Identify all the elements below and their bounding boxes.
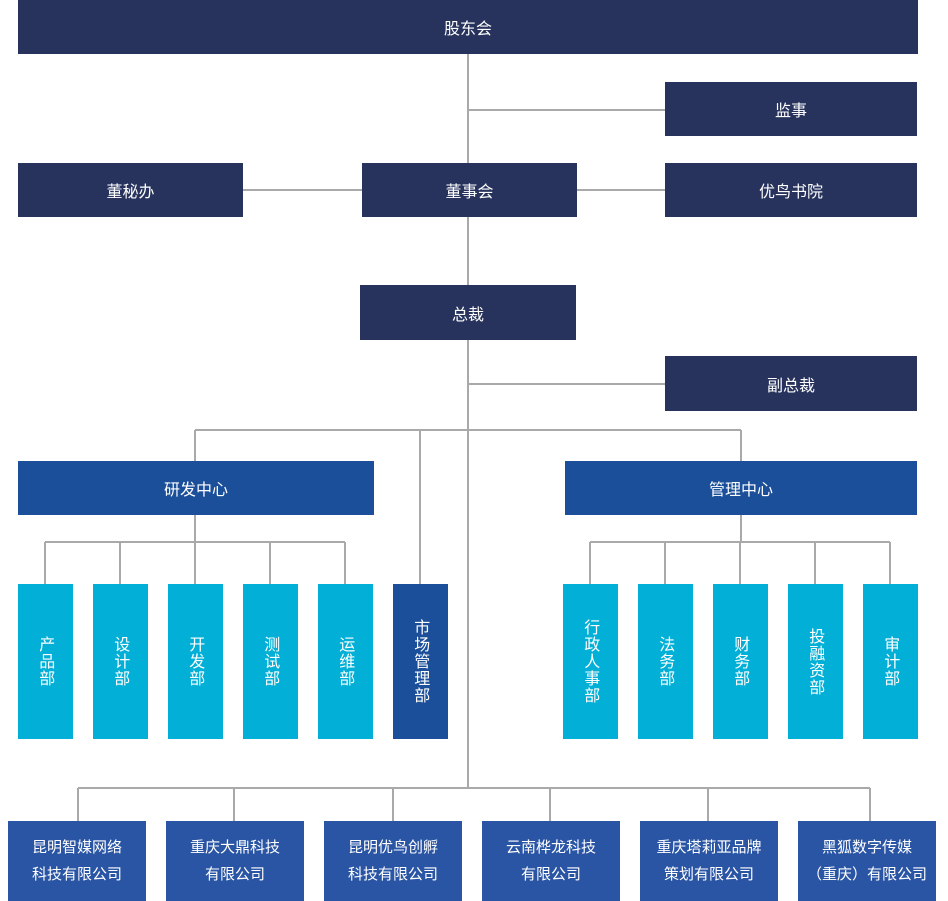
subsidiary-name-line2: 有限公司 [520,865,581,883]
dept-market-management: 市场管理部 [393,584,448,739]
dept-design-label: 设计部 [111,636,131,687]
subsidiary-name-line2: 科技有限公司 [347,865,438,883]
shareholders-box: 股东会 [18,0,918,54]
dept-testing: 测试部 [243,584,298,739]
subsidiary-name-line1: 昆明优鸟创孵 [347,838,438,856]
subsidiary-box: 重庆大鼎科技 有限公司 [166,821,304,901]
dept-investment-label: 投融资部 [806,627,826,696]
dept-development: 开发部 [168,584,223,739]
subsidiary-name-line2: 策划有限公司 [663,865,754,883]
subsidiary-box: 云南桦龙科技 有限公司 [482,821,620,901]
dept-admin-hr: 行政人事部 [563,584,618,739]
subsidiary-name-line1: 昆明智媒网络 [31,838,122,856]
rd-center-label: 研发中心 [163,480,228,499]
subsidiary-name-line2: （重庆）有限公司 [806,865,927,883]
ceo-label: 总裁 [451,304,484,324]
subsidiary-name-line1: 重庆塔莉亚品牌 [656,838,762,856]
academy-label: 优鸟书院 [758,182,823,201]
dept-finance-label: 财务部 [731,636,751,687]
dept-operations: 运维部 [318,584,373,739]
dept-finance: 财务部 [713,584,768,739]
dept-testing-label: 测试部 [261,636,281,687]
academy-box: 优鸟书院 [665,163,917,217]
supervisor-box: 监事 [665,82,917,136]
subsidiary-name-line2: 科技有限公司 [31,865,122,883]
management-center-label: 管理中心 [708,480,773,499]
ceo-box: 总裁 [360,285,576,340]
subsidiary-box: 昆明智媒网络 科技有限公司 [8,821,146,901]
board-box: 董事会 [362,163,577,217]
shareholders-label: 股东会 [443,19,492,38]
dept-admin-hr-label: 行政人事部 [581,619,601,704]
rd-center-box: 研发中心 [18,461,374,515]
subsidiary-name-line2: 有限公司 [204,865,265,883]
dept-legal-label: 法务部 [656,636,676,687]
subsidiary-box: 重庆塔莉亚品牌 策划有限公司 [640,821,778,901]
board-secretary-office-label: 董秘办 [106,182,155,201]
subsidiary-box: 昆明优鸟创孵 科技有限公司 [324,821,462,901]
board-label: 董事会 [445,182,494,201]
supervisor-label: 监事 [774,101,807,120]
dept-investment: 投融资部 [788,584,843,739]
subsidiary-name-line1: 云南桦龙科技 [505,838,596,856]
dept-development-label: 开发部 [186,636,206,687]
management-center-box: 管理中心 [565,461,917,515]
dept-design: 设计部 [93,584,148,739]
dept-product: 产品部 [18,584,73,739]
subsidiary-name-line1: 重庆大鼎科技 [189,838,280,856]
dept-audit-label: 审计部 [881,636,901,687]
dept-audit: 审计部 [863,584,918,739]
board-secretary-office-box: 董秘办 [18,163,243,217]
subsidiary-box: 黑狐数字传媒 （重庆）有限公司 [798,821,936,901]
dept-operations-label: 运维部 [336,636,356,687]
dept-product-label: 产品部 [36,636,56,687]
subsidiary-name-line1: 黑狐数字传媒 [821,838,912,856]
vice-president-box: 副总裁 [665,356,917,411]
vice-president-label: 副总裁 [766,375,815,395]
dept-legal: 法务部 [638,584,693,739]
dept-market-management-label: 市场管理部 [411,619,431,704]
